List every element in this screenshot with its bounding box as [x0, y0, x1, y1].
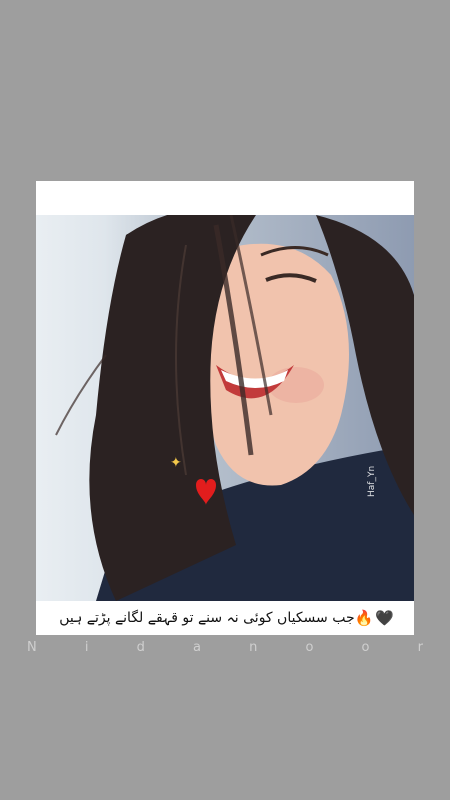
signature-text: N i d a n o o r [27, 640, 445, 655]
caption-row: جب سسکیاں کوئی نہ سنے تو قہقے لگانے پڑتے… [36, 601, 414, 635]
portrait-photo: ✦ Haf_Yn [36, 215, 414, 601]
caption-text: جب سسکیاں کوئی نہ سنے تو قہقے لگانے پڑتے… [59, 610, 355, 626]
fire-icon: 🔥 [354, 609, 374, 627]
portrait-illustration: ✦ [55, 215, 414, 601]
svg-text:✦: ✦ [170, 455, 182, 471]
black-heart-icon: 🖤 [375, 609, 394, 627]
photo-watermark: Haf_Yn [367, 465, 377, 497]
story-card: ✦ Haf_Yn جب سسکیاں کوئی نہ سنے تو قہقے ل… [36, 181, 414, 635]
